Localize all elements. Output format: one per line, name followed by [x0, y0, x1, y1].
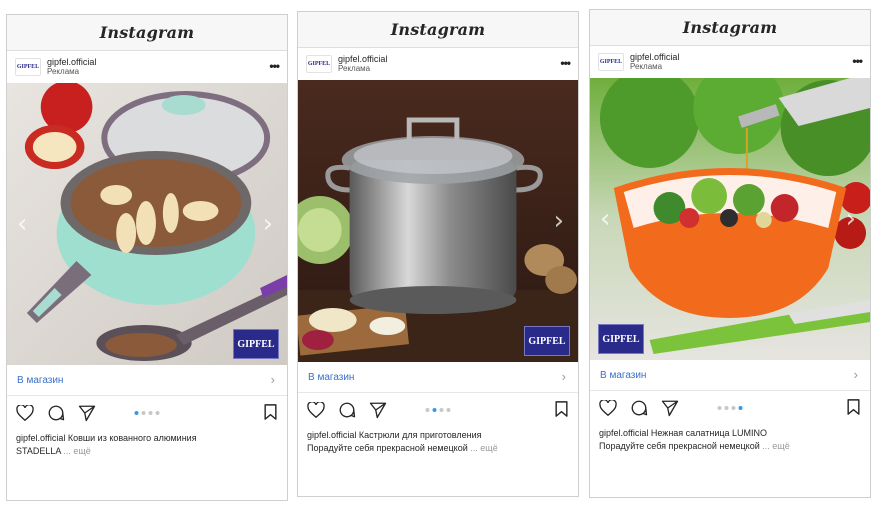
app-header: Instagram [298, 12, 578, 48]
post-caption: gipfel.official Ковши из кованного алюми… [7, 430, 287, 458]
instagram-logo: Instagram [99, 23, 195, 42]
more-link[interactable]: ... ещё [63, 446, 90, 456]
shop-link[interactable]: В магазин › [590, 360, 870, 391]
avatar[interactable]: GIPFEL [598, 53, 624, 71]
heart-icon[interactable] [598, 398, 618, 418]
brand-logo: GIPFEL [598, 324, 644, 354]
carousel-next-icon[interactable]: › [846, 206, 856, 232]
caption-text: Кастрюли для приготовления [358, 430, 482, 440]
ad-card: Instagram GIPFEL gipfel.official Реклама… [297, 11, 579, 497]
caption-text-2: Порадуйте себя прекрасной немецкой [307, 443, 468, 453]
account-name[interactable]: gipfel.official [338, 54, 387, 64]
carousel-dot [155, 411, 160, 415]
account-name[interactable]: gipfel.official [630, 52, 679, 62]
stockpot-photo [298, 80, 578, 362]
share-icon[interactable] [77, 403, 97, 423]
post-image[interactable]: › GIPFEL [298, 80, 578, 362]
shop-label[interactable]: В магазин [17, 375, 63, 386]
more-link[interactable]: ... ещё [762, 441, 789, 451]
ad-card: Instagram GIPFEL gipfel.official Реклама… [589, 9, 871, 498]
shop-link[interactable]: В магазин › [7, 365, 287, 396]
brand-logo: GIPFEL [233, 329, 279, 359]
carousel-dot [134, 411, 139, 415]
carousel-dot [738, 406, 743, 410]
caption-account[interactable]: gipfel.official [599, 428, 648, 438]
heart-icon[interactable] [15, 403, 35, 423]
post-header: GIPFEL gipfel.official Реклама ••• [298, 48, 578, 80]
share-icon[interactable] [368, 400, 388, 420]
more-options-icon[interactable]: ••• [269, 60, 280, 72]
instagram-logo: Instagram [390, 20, 486, 39]
app-header: Instagram [7, 15, 287, 51]
carousel-indicator [717, 406, 743, 410]
caption-text: Ковши из кованного алюминия [67, 433, 197, 443]
caption-account[interactable]: gipfel.official [307, 430, 356, 440]
caption-text-2: STADELLA [16, 446, 61, 456]
sponsored-label: Реклама [47, 67, 80, 76]
post-image[interactable]: ‹ › GIPFEL [7, 83, 287, 365]
post-header: GIPFEL gipfel.official Реклама ••• [7, 51, 287, 83]
carousel-dot [724, 406, 729, 410]
action-bar [298, 393, 578, 427]
carousel-dot [425, 408, 430, 412]
instagram-logo: Instagram [682, 18, 778, 37]
post-header: GIPFEL gipfel.official Реклама ••• [590, 46, 870, 78]
caption-account[interactable]: gipfel.official [16, 433, 65, 443]
carousel-next-icon[interactable]: › [554, 208, 564, 234]
caption-text: Нежная салатница LUMINO [650, 428, 768, 438]
carousel-indicator [425, 408, 451, 412]
bookmark-icon[interactable] [264, 404, 277, 425]
sponsored-label: Реклама [338, 64, 371, 73]
heart-icon[interactable] [306, 400, 326, 420]
carousel-prev-icon[interactable]: ‹ [17, 211, 27, 237]
brand-logo: GIPFEL [524, 326, 570, 356]
carousel-next-icon[interactable]: › [263, 211, 273, 237]
account-name[interactable]: gipfel.official [47, 57, 96, 67]
app-header: Instagram [590, 10, 870, 46]
carousel-dot [446, 408, 451, 412]
action-bar [590, 391, 870, 425]
more-link[interactable]: ... ещё [470, 443, 497, 453]
avatar[interactable]: GIPFEL [15, 58, 41, 76]
carousel-dot [717, 406, 722, 410]
comment-icon[interactable] [629, 398, 649, 418]
more-options-icon[interactable]: ••• [852, 55, 863, 67]
ad-card: Instagram GIPFEL gipfel.official Реклама… [6, 14, 288, 501]
salad-bowl-photo [590, 78, 870, 360]
post-caption: gipfel.official Нежная салатница LUMINO … [590, 425, 870, 453]
shop-label[interactable]: В магазин [308, 372, 354, 383]
sponsored-label: Реклама [630, 62, 663, 71]
share-icon[interactable] [660, 398, 680, 418]
shop-label[interactable]: В магазин [600, 370, 646, 381]
comment-icon[interactable] [337, 400, 357, 420]
post-caption: gipfel.official Кастрюли для приготовлен… [298, 427, 578, 455]
bookmark-icon[interactable] [847, 399, 860, 420]
comment-icon[interactable] [46, 403, 66, 423]
post-image[interactable]: ‹ › GIPFEL [590, 78, 870, 360]
saucepan-photo [7, 83, 287, 365]
chevron-right-icon[interactable]: › [271, 372, 275, 387]
chevron-right-icon[interactable]: › [854, 367, 858, 382]
caption-text-2: Порадуйте себя прекрасной немецкой [599, 441, 760, 451]
carousel-dot [432, 408, 437, 412]
carousel-dot [731, 406, 736, 410]
bookmark-icon[interactable] [555, 401, 568, 422]
shop-link[interactable]: В магазин › [298, 362, 578, 393]
chevron-right-icon[interactable]: › [562, 369, 566, 384]
carousel-indicator [134, 411, 160, 415]
more-options-icon[interactable]: ••• [560, 57, 571, 69]
carousel-dot [148, 411, 153, 415]
action-bar [7, 396, 287, 430]
carousel-dot [141, 411, 146, 415]
carousel-dot [439, 408, 444, 412]
avatar[interactable]: GIPFEL [306, 55, 332, 73]
carousel-prev-icon[interactable]: ‹ [600, 206, 610, 232]
